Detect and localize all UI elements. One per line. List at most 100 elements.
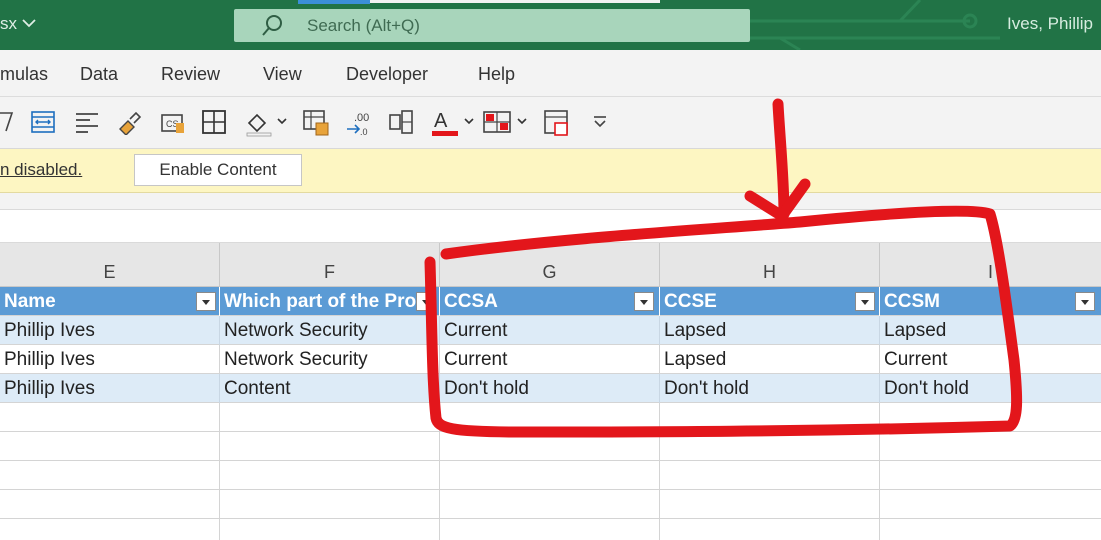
- table-row: Phillip Ives Network Security Current La…: [0, 345, 1101, 374]
- ribbon-gap: [0, 193, 1101, 209]
- increase-decimal-icon[interactable]: .00.0: [345, 109, 373, 137]
- security-warning-text[interactable]: n disabled.: [0, 160, 82, 180]
- header-cell-part[interactable]: Which part of the Pro: [220, 287, 440, 316]
- cell-e[interactable]: Phillip Ives: [0, 374, 220, 403]
- empty-cell[interactable]: [440, 403, 660, 432]
- page-setup-icon[interactable]: [543, 109, 571, 137]
- formula-bar[interactable]: [0, 209, 1101, 243]
- cell-f[interactable]: Network Security: [220, 345, 440, 374]
- title-bar: sx Search (Alt+Q) Ives, Phillip: [0, 0, 1101, 50]
- empty-cell[interactable]: [220, 403, 440, 432]
- cell-f[interactable]: Network Security: [220, 316, 440, 345]
- ribbon-toolbar: CS .00.0 A: [0, 97, 1101, 149]
- svg-text:A: A: [434, 110, 448, 132]
- cell-h[interactable]: Don't hold: [660, 374, 880, 403]
- merge-icon[interactable]: [388, 109, 414, 135]
- tab-review[interactable]: Review: [161, 64, 220, 85]
- empty-cell[interactable]: [0, 490, 220, 519]
- format-painter-icon[interactable]: [116, 109, 142, 135]
- filter-icon[interactable]: [0, 109, 16, 135]
- cell-h[interactable]: Lapsed: [660, 345, 880, 374]
- cell-e[interactable]: Phillip Ives: [0, 316, 220, 345]
- file-name[interactable]: sx: [0, 14, 17, 34]
- column-header-f[interactable]: F: [220, 243, 440, 287]
- tab-view[interactable]: View: [263, 64, 302, 85]
- svg-text:.0: .0: [360, 127, 368, 137]
- header-label: Which part of the Pro: [224, 291, 417, 312]
- cell-i[interactable]: Lapsed: [880, 316, 1101, 345]
- empty-cell[interactable]: [880, 519, 1101, 540]
- wrap-text-icon[interactable]: [30, 109, 56, 135]
- empty-cell[interactable]: [880, 403, 1101, 432]
- empty-cell[interactable]: [0, 403, 220, 432]
- search-box[interactable]: Search (Alt+Q): [234, 9, 750, 42]
- security-warning-bar: n disabled. Enable Content: [0, 149, 1101, 193]
- empty-cell[interactable]: [880, 490, 1101, 519]
- tab-help[interactable]: Help: [478, 64, 515, 85]
- column-header-i[interactable]: I: [880, 243, 1101, 287]
- header-cell-name[interactable]: Name: [0, 287, 220, 316]
- cell-h[interactable]: Lapsed: [660, 316, 880, 345]
- column-headers: E F G H I: [0, 243, 1101, 287]
- header-cell-ccsm[interactable]: CCSM: [880, 287, 1101, 316]
- empty-cell[interactable]: [660, 403, 880, 432]
- fill-color-icon[interactable]: [245, 109, 289, 137]
- column-header-g[interactable]: G: [440, 243, 660, 287]
- table-row: Phillip Ives Network Security Current La…: [0, 316, 1101, 345]
- cell-g[interactable]: Current: [440, 316, 660, 345]
- cell-i[interactable]: Current: [880, 345, 1101, 374]
- search-placeholder: Search (Alt+Q): [307, 16, 420, 35]
- filter-dropdown-icon[interactable]: [416, 292, 436, 311]
- more-options-icon[interactable]: [590, 109, 610, 135]
- filter-dropdown-icon[interactable]: [1075, 292, 1095, 311]
- chevron-down-icon[interactable]: [20, 14, 38, 32]
- empty-cell[interactable]: [660, 519, 880, 540]
- cell-e[interactable]: Phillip Ives: [0, 345, 220, 374]
- empty-cell[interactable]: [880, 432, 1101, 461]
- empty-cell[interactable]: [220, 461, 440, 490]
- empty-cell[interactable]: [880, 461, 1101, 490]
- empty-cell[interactable]: [220, 519, 440, 540]
- column-header-e[interactable]: E: [0, 243, 220, 287]
- cell-i[interactable]: Don't hold: [880, 374, 1101, 403]
- empty-cell[interactable]: [0, 519, 220, 540]
- conditional-format-icon[interactable]: [482, 109, 530, 137]
- empty-cell[interactable]: [220, 432, 440, 461]
- font-color-icon[interactable]: A: [430, 109, 476, 137]
- header-cell-ccse[interactable]: CCSE: [660, 287, 880, 316]
- empty-cell[interactable]: [660, 461, 880, 490]
- tab-developer[interactable]: Developer: [346, 64, 428, 85]
- empty-cell[interactable]: [440, 432, 660, 461]
- header-cell-ccsa[interactable]: CCSA: [440, 287, 660, 316]
- align-icon[interactable]: [74, 109, 100, 135]
- empty-cell[interactable]: [440, 519, 660, 540]
- empty-cell[interactable]: [440, 490, 660, 519]
- empty-cell[interactable]: [0, 461, 220, 490]
- enable-content-button[interactable]: Enable Content: [134, 154, 302, 186]
- header-label: CCSE: [664, 291, 717, 312]
- header-label: CCSM: [884, 291, 940, 312]
- filter-dropdown-icon[interactable]: [634, 292, 654, 311]
- tab-formulas[interactable]: mulas: [0, 64, 48, 85]
- empty-row: [0, 432, 1101, 461]
- empty-cell[interactable]: [660, 490, 880, 519]
- user-name[interactable]: Ives, Phillip: [1007, 14, 1093, 34]
- empty-cell[interactable]: [220, 490, 440, 519]
- svg-text:.00: .00: [354, 112, 369, 124]
- column-header-h[interactable]: H: [660, 243, 880, 287]
- cell-g[interactable]: Current: [440, 345, 660, 374]
- borders-icon[interactable]: [201, 109, 227, 135]
- empty-cell[interactable]: [660, 432, 880, 461]
- empty-cell[interactable]: [440, 461, 660, 490]
- title-accent-light: [370, 0, 660, 3]
- cell-f[interactable]: Content: [220, 374, 440, 403]
- filter-dropdown-icon[interactable]: [196, 292, 216, 311]
- cell-styles-icon[interactable]: CS: [160, 109, 186, 135]
- empty-row: [0, 403, 1101, 432]
- cell-g[interactable]: Don't hold: [440, 374, 660, 403]
- filter-dropdown-icon[interactable]: [855, 292, 875, 311]
- tab-data[interactable]: Data: [80, 64, 118, 85]
- format-as-table-icon[interactable]: [302, 109, 330, 137]
- empty-cell[interactable]: [0, 432, 220, 461]
- table-row: Phillip Ives Content Don't hold Don't ho…: [0, 374, 1101, 403]
